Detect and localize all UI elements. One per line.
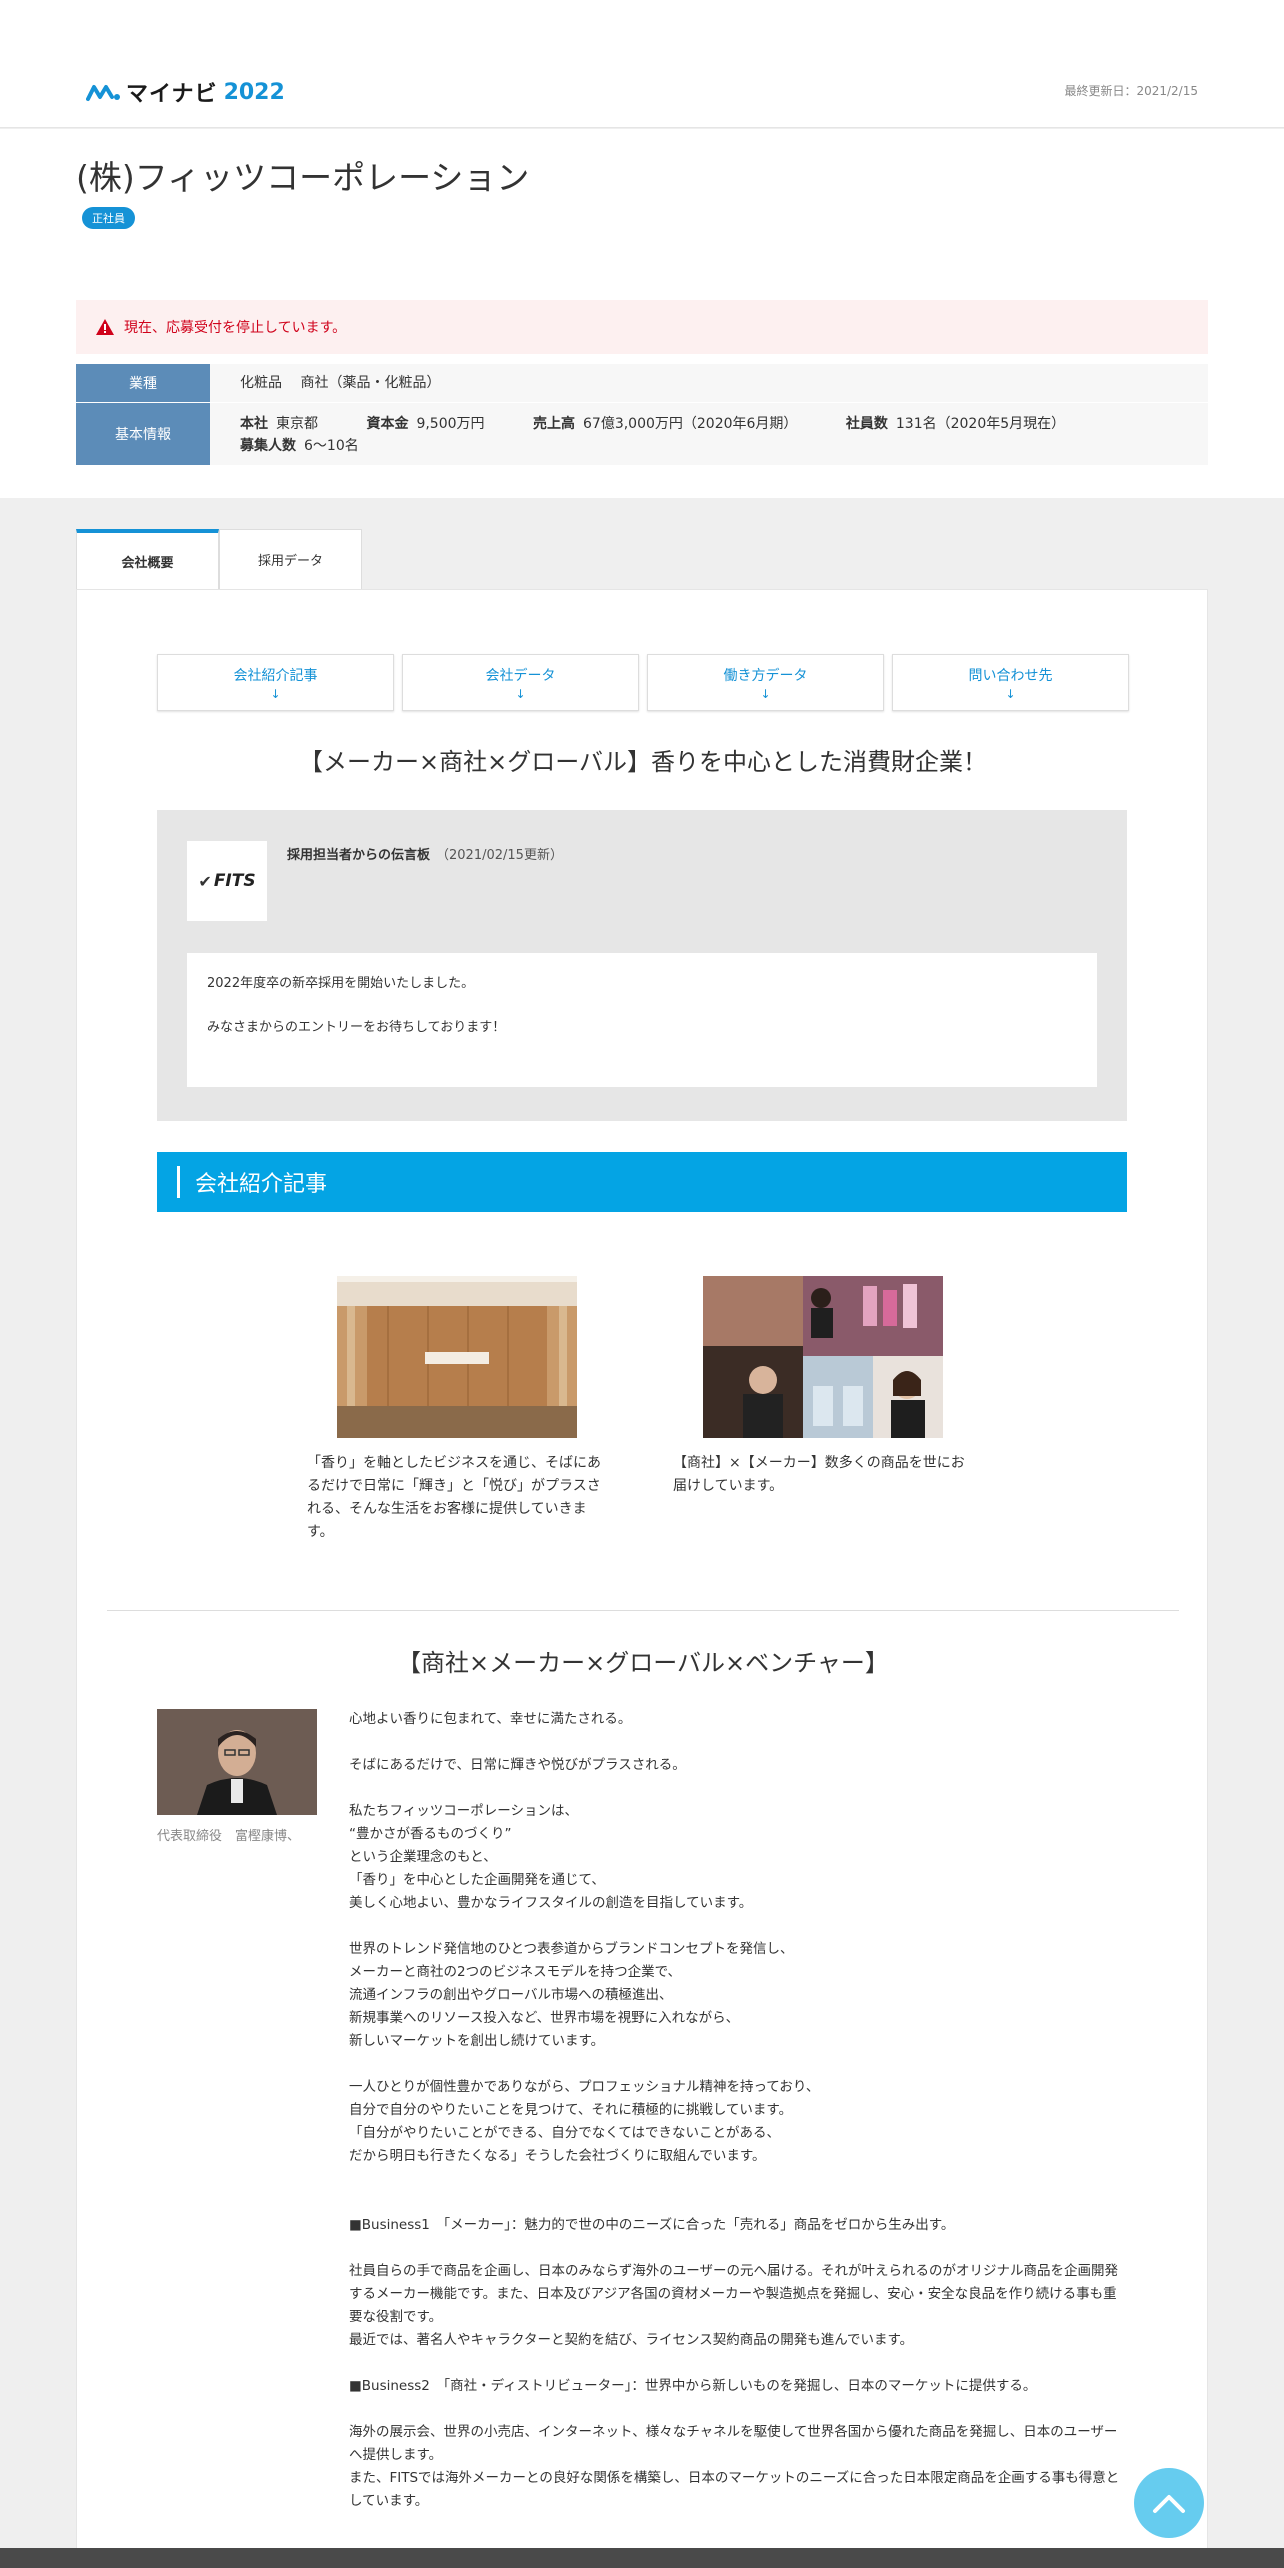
business2-heading: ■Business2 「商社・ディストリビューター」：世界中から新しいものを発掘… bbox=[349, 2378, 1037, 2394]
intro-paragraph: 世界のトレンド発信地のひとつ表参道からブランドコンセプトを発信し、 メーカーと商… bbox=[349, 1941, 794, 2049]
sales-info: 売上高 67億3,000万円（2020年6月期） bbox=[533, 416, 798, 432]
products-collage-photo[interactable] bbox=[703, 1276, 943, 1438]
company-info-table: 業種 化粧品 商社（薬品・化粧品） 基本情報 本社 東京都 資本金 9,500万円 … bbox=[76, 364, 1208, 465]
intro-paragraph: 社員自らの手で商品を企画し、日本のみならず海外のユーザーの元へ届ける。それが叶え… bbox=[349, 2263, 1118, 2348]
main-content: 会社紹介記事 ↓ 会社データ ↓ 働き方データ ↓ 問い合わせ先 ↓ 【メーカー×商社×… bbox=[76, 589, 1208, 2568]
tab-company-overview[interactable]: 会社概要 bbox=[76, 529, 219, 590]
employees-info: 社員数 131名（2020年5月現在） bbox=[845, 416, 1066, 432]
nav-workstyle-data[interactable]: 働き方データ ↓ bbox=[647, 654, 884, 711]
industry-value: 化粧品 商社（薬品・化粧品） bbox=[210, 364, 1208, 402]
section-nav: 会社紹介記事 ↓ 会社データ ↓ 働き方データ ↓ 問い合わせ先 ↓ bbox=[157, 654, 1129, 711]
site-header: マイナビ 2022 最終更新日：2021/2/15 bbox=[0, 0, 1284, 128]
company-name: (株)フィッツコーポレーション bbox=[76, 158, 530, 197]
intro-paragraph: 海外の展示会、世界の小売店、インターネット、様々なチャネルを駆使して世界各国から… bbox=[349, 2424, 1120, 2509]
basic-info-label: 基本情報 bbox=[76, 403, 210, 465]
intro-paragraph: 私たちフィッツコーポレーションは、 “豊かさが香るものづくり” という企業理念の… bbox=[349, 1803, 753, 1911]
check-icon: ✔ bbox=[198, 871, 212, 891]
page-top-button[interactable] bbox=[1134, 2468, 1204, 2538]
company-logo-text: FITS bbox=[213, 871, 256, 891]
nav-company-articles[interactable]: 会社紹介記事 ↓ bbox=[157, 654, 394, 711]
company-summary: (株)フィッツコーポレーション 正社員 現在、応募受付を停止しています。 業種 … bbox=[0, 129, 1284, 498]
warning-icon bbox=[96, 319, 114, 335]
business1-heading: ■Business1 「メーカー」：魅力的で世の中のニーズに合った「売れる」商品… bbox=[349, 2217, 955, 2233]
section-header-articles: 会社紹介記事 bbox=[157, 1152, 1127, 1212]
nav-contact[interactable]: 問い合わせ先 ↓ bbox=[892, 654, 1129, 711]
article-caption[interactable]: 【商社】×【メーカー】数多くの商品を世にお届けしています。 bbox=[673, 1452, 973, 1498]
capital-info: 資本金 9,500万円 bbox=[366, 416, 485, 432]
logo-year: 2022 bbox=[223, 79, 285, 105]
intro-paragraph: 心地よい香りに包まれて、幸せに満たされる。 bbox=[349, 1711, 632, 1727]
basic-info-row: 基本情報 本社 東京都 資本金 9,500万円 売上高 67億3,000万円（2020… bbox=[76, 403, 1208, 465]
industry-label: 業種 bbox=[76, 364, 210, 402]
industry-row: 業種 化粧品 商社（薬品・化粧品） bbox=[76, 364, 1208, 402]
company-logo: ✔ FITS bbox=[187, 841, 267, 921]
page-tabs: 会社概要 採用データ bbox=[76, 529, 362, 590]
hq-info: 本社 東京都 bbox=[240, 416, 318, 432]
alert-text: 現在、応募受付を停止しています。 bbox=[124, 320, 347, 336]
mynavi-mark-icon bbox=[86, 85, 120, 101]
basic-info-value: 本社 東京都 資本金 9,500万円 売上高 67億3,000万円（2020年6月期）… bbox=[210, 403, 1208, 465]
section-title: 会社紹介記事 bbox=[195, 1172, 328, 1197]
application-closed-alert: 現在、応募受付を停止しています。 bbox=[76, 300, 1208, 354]
ceo-photo bbox=[157, 1709, 317, 1815]
office-entrance-photo[interactable] bbox=[337, 1276, 577, 1438]
ceo-caption: 代表取締役 富樫康博、 bbox=[157, 1829, 301, 1844]
message-body: 2022年度卒の新卒採用を開始いたしました。 みなさまからのエントリーをお待ちし… bbox=[187, 953, 1097, 1087]
message-title: 採用担当者からの伝言板 （2021/02/15更新） bbox=[287, 848, 563, 863]
mynavi-logo[interactable]: マイナビ 2022 bbox=[86, 76, 285, 108]
divider bbox=[107, 1610, 1179, 1611]
article-card[interactable]: 【商社】×【メーカー】数多くの商品を世にお届けしています。 bbox=[673, 1276, 973, 1498]
footer-bar bbox=[0, 2548, 1284, 2568]
tab-recruit-data[interactable]: 採用データ bbox=[219, 529, 362, 589]
catchphrase: 【メーカー×商社×グローバル】香りを中心とした消費財企業！ bbox=[299, 748, 987, 776]
recruiter-message-board: ✔ FITS 採用担当者からの伝言板 （2021/02/15更新） 2022年度卒… bbox=[157, 810, 1127, 1121]
intro-paragraph: そばにあるだけで、日常に輝きや悦びがプラスされる。 bbox=[349, 1757, 686, 1773]
article-card[interactable]: 「香り」を軸としたビジネスを通じ、そばにあるだけで日常に「輝き」と「悦び」がプラ… bbox=[307, 1276, 607, 1544]
nav-company-data[interactable]: 会社データ ↓ bbox=[402, 654, 639, 711]
last-updated: 最終更新日：2021/2/15 bbox=[1064, 84, 1198, 98]
catchphrase-2: 【商社×メーカー×グローバル×ベンチャー】 bbox=[397, 1649, 889, 1677]
chevron-up-icon bbox=[1153, 2495, 1185, 2513]
article-caption[interactable]: 「香り」を軸としたビジネスを通じ、そばにあるだけで日常に「輝き」と「悦び」がプラ… bbox=[307, 1452, 607, 1544]
intro-paragraph: 一人ひとりが個性豊かでありながら、プロフェッショナル精神を持っており、 自分で自… bbox=[349, 2079, 820, 2164]
recruit-count-info: 募集人数 6～10名 bbox=[240, 438, 359, 454]
logo-text: マイナビ bbox=[126, 82, 218, 107]
company-introduction-text: 心地よい香りに包まれて、幸せに満たされる。 そばにあるだけで、日常に輝きや悦びが… bbox=[349, 1708, 1129, 2536]
employment-type-badge: 正社員 bbox=[82, 207, 135, 229]
